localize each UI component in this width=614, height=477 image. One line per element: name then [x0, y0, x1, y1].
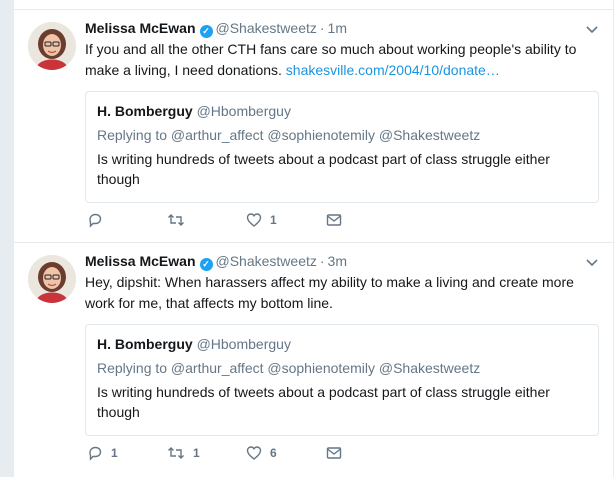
direct-message-button[interactable]: [326, 444, 342, 462]
quoted-tweet-header: H. Bomberguy @Hbomberguy: [97, 101, 587, 121]
quoted-tweet-text: Is writing hundreds of tweets about a po…: [97, 384, 550, 420]
like-button[interactable]: 6: [246, 444, 277, 462]
timestamp[interactable]: 1m: [328, 20, 347, 36]
timeline: Melissa McEwan ✓ @Shakestweetz · 1m If you a…: [13, 0, 613, 477]
author-name[interactable]: Melissa McEwan: [85, 20, 196, 36]
tweet-text: Hey, dipshit: When harassers affect my a…: [85, 272, 599, 314]
reply-icon: [87, 212, 103, 228]
tweet-text: If you and all the other CTH fans care s…: [85, 39, 599, 81]
author-name[interactable]: Melissa McEwan: [85, 253, 196, 269]
chevron-down-icon[interactable]: [585, 254, 599, 268]
direct-message-icon: [326, 445, 342, 461]
like-count: 1: [270, 213, 277, 227]
tweet-link[interactable]: shakesville.com/2004/10/donate…: [286, 62, 500, 78]
like-button[interactable]: 1: [246, 211, 277, 229]
direct-message-icon: [326, 212, 342, 228]
quoted-tweet-text: Is writing hundreds of tweets about a po…: [97, 151, 550, 187]
reply-count: 1: [111, 446, 118, 460]
quoted-author-name: H. Bomberguy: [97, 336, 193, 352]
chevron-down-icon[interactable]: [585, 21, 599, 35]
replying-to: Replying to @arthur_affect @sophienotemi…: [97, 360, 481, 376]
avatar[interactable]: [28, 22, 76, 70]
author-handle[interactable]: @Shakestweetz: [216, 20, 317, 36]
heart-icon: [246, 445, 262, 461]
reply-button[interactable]: [87, 211, 111, 229]
tweet-body: Hey, dipshit: When harassers affect my a…: [85, 274, 574, 311]
quoted-tweet[interactable]: H. Bomberguy @Hbomberguy Replying to @ar…: [85, 91, 599, 203]
avatar[interactable]: [28, 255, 76, 303]
quoted-author-handle: @Hbomberguy: [196, 103, 291, 119]
quoted-tweet[interactable]: H. Bomberguy @Hbomberguy Replying to @ar…: [85, 324, 599, 436]
retweet-count: 1: [193, 446, 200, 460]
retweet-icon: [167, 212, 185, 228]
tweet-actions: 1 1 6: [85, 444, 599, 464]
tweet-header: Melissa McEwan ✓ @Shakestweetz · 3m: [85, 251, 599, 271]
quoted-author-name: H. Bomberguy: [97, 103, 193, 119]
retweet-button[interactable]: 1: [167, 444, 200, 462]
tweet-actions: 1: [85, 211, 599, 231]
retweet-button[interactable]: [167, 211, 193, 229]
heart-icon: [246, 212, 262, 228]
quoted-tweet-header: H. Bomberguy @Hbomberguy: [97, 334, 587, 354]
verified-badge-icon: ✓: [199, 25, 213, 38]
tweet[interactable]: Melissa McEwan ✓ @Shakestweetz · 3m Hey, dip…: [14, 243, 613, 477]
tweet-header: Melissa McEwan ✓ @Shakestweetz · 1m: [85, 18, 599, 38]
retweet-icon: [167, 445, 185, 461]
author-handle[interactable]: @Shakestweetz: [216, 253, 317, 269]
verified-badge-icon: ✓: [199, 258, 213, 271]
reply-button[interactable]: 1: [87, 444, 118, 462]
separator: ·: [319, 20, 325, 36]
reply-icon: [87, 445, 103, 461]
timestamp[interactable]: 3m: [328, 253, 347, 269]
separator: ·: [319, 253, 325, 269]
quoted-author-handle: @Hbomberguy: [196, 336, 291, 352]
like-count: 6: [270, 446, 277, 460]
direct-message-button[interactable]: [326, 211, 342, 229]
tweet[interactable]: Melissa McEwan ✓ @Shakestweetz · 1m If you a…: [14, 10, 613, 242]
replying-to: Replying to @arthur_affect @sophienotemi…: [97, 127, 481, 143]
